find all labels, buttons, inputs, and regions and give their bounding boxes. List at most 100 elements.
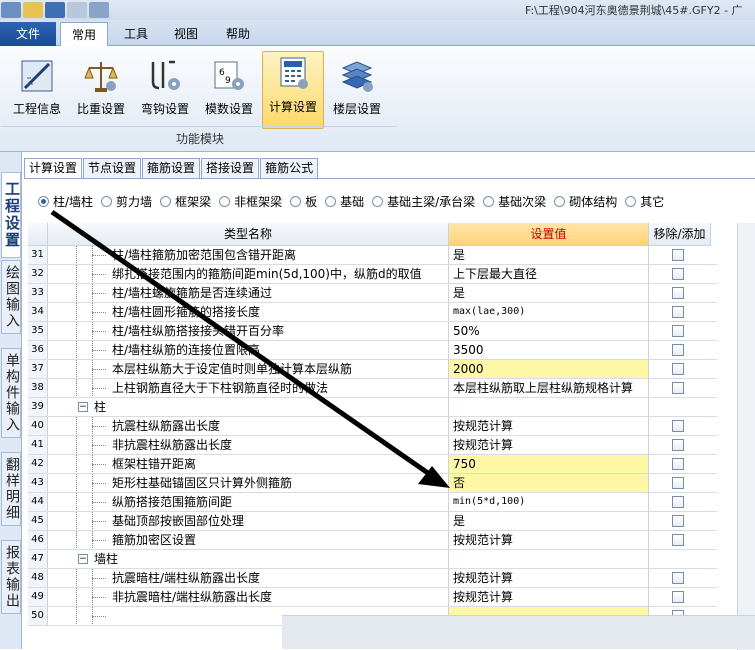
radio-button[interactable] — [372, 196, 384, 207]
tab-lap-settings[interactable]: 搭接设置 — [201, 158, 260, 178]
radio-option[interactable]: 板 — [290, 193, 317, 210]
setting-value-cell[interactable]: 是 — [449, 246, 649, 264]
radio-option[interactable]: 其它 — [625, 193, 664, 210]
radio-button[interactable] — [625, 196, 637, 207]
remove-add-checkbox[interactable] — [672, 477, 684, 489]
table-row[interactable]: 35 柱/墙柱纵筋搭接接头错开百分率 50% — [28, 322, 717, 341]
remove-add-checkbox[interactable] — [672, 249, 684, 261]
modulus-settings-button[interactable]: 69 模数设置 — [198, 54, 260, 128]
left-tab-detail[interactable]: 翻样明细 — [1, 452, 21, 526]
setting-value-cell[interactable]: 上下层最大直径 — [449, 265, 649, 283]
radio-option[interactable]: 框架梁 — [160, 193, 211, 210]
setting-value-cell[interactable]: 50% — [449, 322, 649, 340]
table-row[interactable]: 34 柱/墙柱圆形箍筋的搭接长度 max(lae,300) — [28, 303, 717, 322]
setting-value-cell[interactable]: 750 — [449, 455, 649, 473]
setting-value-cell[interactable]: 按规范计算 — [449, 436, 649, 454]
tab-node-settings[interactable]: 节点设置 — [83, 158, 142, 178]
remove-add-checkbox[interactable] — [672, 382, 684, 394]
left-tab-drawing-input[interactable]: 绘图输入 — [1, 260, 21, 334]
save-icon[interactable] — [45, 2, 65, 18]
vertical-scrollbar[interactable] — [737, 223, 755, 650]
setting-value-cell[interactable]: 按规范计算 — [449, 569, 649, 587]
table-row[interactable]: 33 柱/墙柱螺旋箍筋是否连续通过 是 — [28, 284, 717, 303]
table-row[interactable]: 41 非抗震柱纵筋露出长度 按规范计算 — [28, 436, 717, 455]
radio-button[interactable] — [554, 196, 566, 207]
remove-add-checkbox[interactable] — [672, 496, 684, 508]
group-row[interactable]: 47− 墙柱 — [28, 550, 717, 569]
hook-settings-button[interactable]: 弯钩设置 — [134, 54, 196, 128]
setting-value-cell[interactable]: 按规范计算 — [449, 531, 649, 549]
remove-add-checkbox[interactable] — [672, 325, 684, 337]
tab-stirrup-formula[interactable]: 箍筋公式 — [260, 158, 319, 178]
tab-stirrup-settings[interactable]: 箍筋设置 — [142, 158, 201, 178]
radio-option[interactable]: 基础主梁/承台梁 — [372, 193, 475, 210]
radio-option[interactable]: 非框架梁 — [219, 193, 282, 210]
remove-add-checkbox[interactable] — [672, 306, 684, 318]
setting-value-cell[interactable]: 按规范计算 — [449, 417, 649, 435]
radio-button[interactable] — [101, 196, 113, 207]
table-row[interactable]: 48 抗震暗柱/端柱纵筋露出长度 按规范计算 — [28, 569, 717, 588]
table-row[interactable]: 43 矩形柱基础锚固区只计算外侧箍筋 否 — [28, 474, 717, 493]
radio-option[interactable]: 基础 — [325, 193, 364, 210]
table-row[interactable]: 46 箍筋加密区设置 按规范计算 — [28, 531, 717, 550]
table-row[interactable]: 44 纵筋搭接范围箍筋间距 min(5*d,100) — [28, 493, 717, 512]
left-tab-reports[interactable]: 报表输出 — [1, 540, 21, 614]
radio-option[interactable]: 柱/墙柱 — [38, 193, 93, 210]
remove-add-checkbox[interactable] — [672, 534, 684, 546]
floor-settings-button[interactable]: 楼层设置 — [326, 54, 388, 128]
radio-button[interactable] — [160, 196, 172, 207]
radio-button[interactable] — [290, 196, 302, 207]
radio-button[interactable] — [325, 196, 337, 207]
tab-help[interactable]: 帮助 — [214, 22, 262, 46]
project-info-button[interactable]: 工程信息 — [6, 54, 68, 128]
group-row[interactable]: 39− 柱 — [28, 398, 717, 417]
remove-add-checkbox[interactable] — [672, 439, 684, 451]
redo-icon[interactable] — [89, 2, 109, 18]
setting-value-cell[interactable]: min(5*d,100) — [449, 493, 649, 511]
setting-value-cell[interactable]: 2000 — [449, 360, 649, 378]
radio-button[interactable] — [219, 196, 231, 207]
setting-value-cell[interactable]: 本层柱纵筋取上层柱纵筋规格计算 — [449, 379, 649, 397]
table-row[interactable]: 49 非抗震暗柱/端柱纵筋露出长度 按规范计算 — [28, 588, 717, 607]
collapse-icon[interactable]: − — [78, 402, 88, 412]
table-row[interactable]: 32 绑扎搭接范围内的箍筋间距min(5d,100)中，纵筋d的取值 上下层最大直径 — [28, 265, 717, 284]
app-icon[interactable] — [1, 2, 21, 18]
remove-add-checkbox[interactable] — [672, 363, 684, 375]
setting-value-cell[interactable]: 3500 — [449, 341, 649, 359]
undo-icon[interactable] — [67, 2, 87, 18]
open-icon[interactable] — [23, 2, 43, 18]
setting-value-cell[interactable]: 按规范计算 — [449, 588, 649, 606]
table-row[interactable]: 40 抗震柱纵筋露出长度 按规范计算 — [28, 417, 717, 436]
left-tab-project-settings[interactable]: 工程设置 — [1, 172, 21, 258]
remove-add-checkbox[interactable] — [672, 591, 684, 603]
remove-add-checkbox[interactable] — [672, 268, 684, 280]
radio-button[interactable] — [38, 196, 49, 207]
table-row[interactable]: 42 框架柱错开距离 750 — [28, 455, 717, 474]
setting-value-cell[interactable]: 是 — [449, 512, 649, 530]
setting-value-cell[interactable]: max(lae,300) — [449, 303, 649, 321]
remove-add-checkbox[interactable] — [672, 572, 684, 584]
collapse-icon[interactable]: − — [78, 554, 88, 564]
table-row[interactable]: 38 上柱钢筋直径大于下柱钢筋直径时的做法 本层柱纵筋取上层柱纵筋规格计算 — [28, 379, 717, 398]
tab-tools[interactable]: 工具 — [114, 22, 158, 46]
radio-option[interactable]: 剪力墙 — [101, 193, 152, 210]
calc-settings-button[interactable]: 计算设置 — [262, 51, 324, 129]
remove-add-checkbox[interactable] — [672, 420, 684, 432]
remove-add-checkbox[interactable] — [672, 344, 684, 356]
tab-view[interactable]: 视图 — [164, 22, 208, 46]
tab-file[interactable]: 文件 — [0, 22, 56, 46]
table-row[interactable]: 37 本层柱纵筋大于设定值时则单独计算本层纵筋 2000 — [28, 360, 717, 379]
remove-add-checkbox[interactable] — [672, 287, 684, 299]
scale-settings-button[interactable]: 比重设置 — [70, 54, 132, 128]
tab-common[interactable]: 常用 — [60, 22, 108, 47]
tab-calc-settings[interactable]: 计算设置 — [24, 158, 83, 179]
remove-add-checkbox[interactable] — [672, 515, 684, 527]
remove-add-checkbox[interactable] — [672, 458, 684, 470]
table-row[interactable]: 31 柱/墙柱箍筋加密范围包含错开距离 是 — [28, 246, 717, 265]
left-tab-single-component[interactable]: 单构件输入 — [1, 348, 21, 438]
setting-value-cell[interactable]: 否 — [449, 474, 649, 492]
radio-option[interactable]: 基础次梁 — [483, 193, 546, 210]
table-row[interactable]: 36 柱/墙柱纵筋的连接位置限高 3500 — [28, 341, 717, 360]
radio-option[interactable]: 砌体结构 — [554, 193, 617, 210]
table-row[interactable]: 45 基础顶部按嵌固部位处理 是 — [28, 512, 717, 531]
